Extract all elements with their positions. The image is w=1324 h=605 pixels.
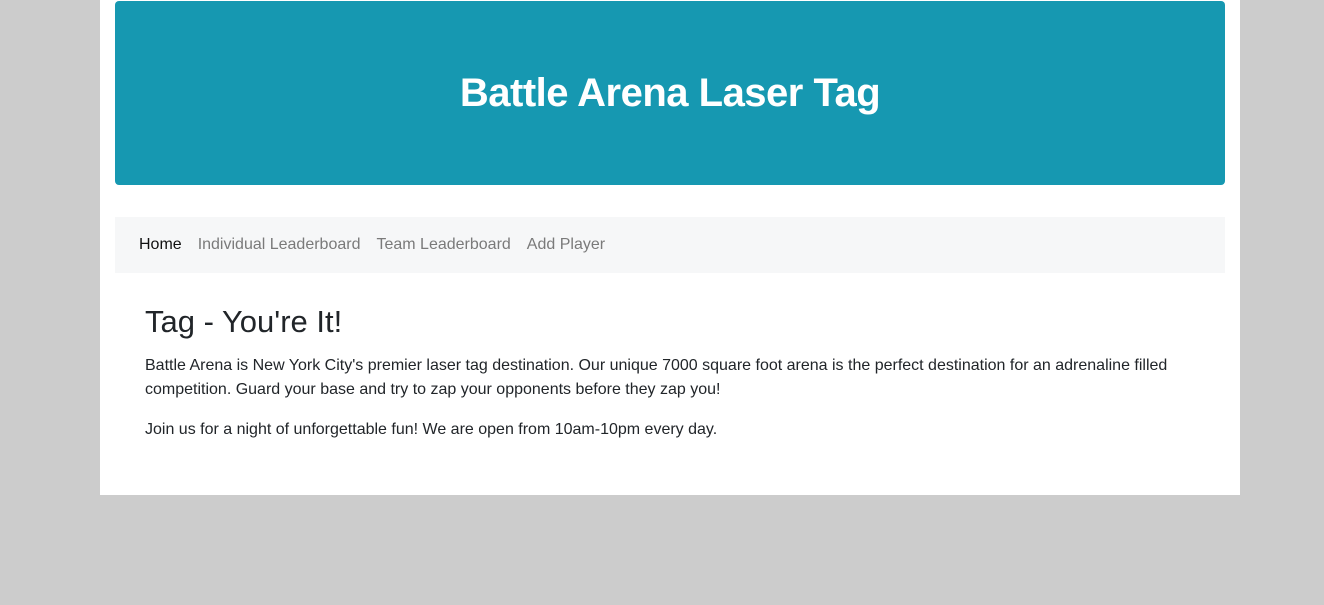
nav-item-individual-leaderboard[interactable]: Individual Leaderboard (198, 236, 361, 254)
hero-banner: Battle Arena Laser Tag (115, 1, 1225, 185)
intro-paragraph: Battle Arena is New York City's premier … (145, 357, 1168, 398)
page-container: Battle Arena Laser Tag Home Individual L… (100, 0, 1240, 495)
main-navbar: Home Individual Leaderboard Team Leaderb… (115, 217, 1225, 273)
main-content: Tag - You're It! Battle Arena is New Yor… (145, 300, 1205, 458)
nav-item-home[interactable]: Home (139, 236, 182, 254)
site-title: Battle Arena Laser Tag (459, 70, 881, 115)
hours-paragraph: Join us for a night of unforgettable fun… (145, 421, 718, 438)
nav-item-team-leaderboard[interactable]: Team Leaderboard (376, 236, 510, 254)
page-heading: Tag - You're It! (145, 304, 343, 339)
nav-item-add-player[interactable]: Add Player (527, 236, 605, 254)
